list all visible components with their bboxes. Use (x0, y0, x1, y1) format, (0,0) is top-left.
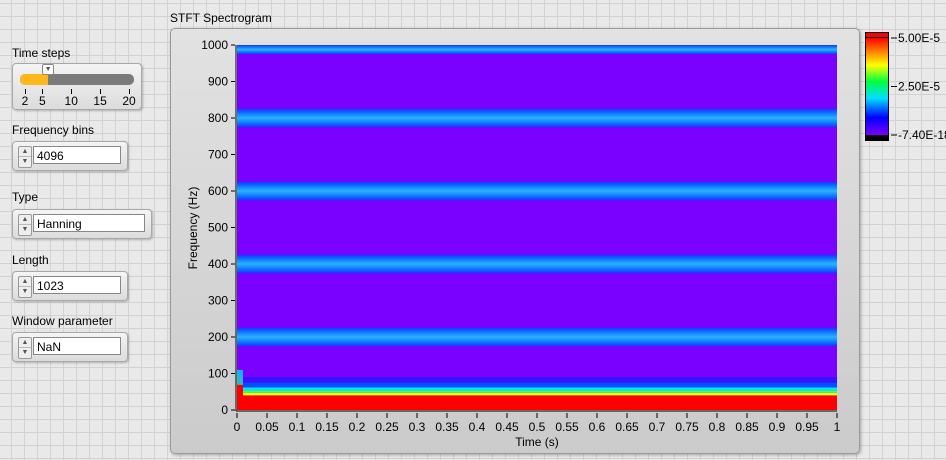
x-tick-label: 0.5 (529, 420, 546, 434)
heatmap-low-freq-layer (243, 395, 837, 410)
x-tick-label: 0.15 (315, 420, 339, 434)
colorbar-label: -7.40E-18 (898, 128, 946, 142)
heatmap-low-freq-layer (243, 377, 837, 383)
y-tick-label: 600 (208, 184, 228, 198)
heatmap-low-freq-layer (243, 390, 837, 393)
y-tick-label: 500 (208, 221, 228, 235)
heatmap-low-freq-layer (243, 392, 837, 396)
x-tick-label: 0.7 (649, 420, 666, 434)
heatmap-band (237, 45, 837, 55)
y-tick-label: 900 (208, 75, 228, 89)
heatmap-low-freq-layer (243, 387, 837, 391)
x-tick-label: 0.6 (589, 420, 606, 434)
x-tick-label: 0.9 (769, 420, 786, 434)
x-tick-label: 0.55 (555, 420, 579, 434)
y-tick-label: 300 (208, 294, 228, 308)
x-tick-label: 0.95 (795, 420, 819, 434)
x-tick-label: 0.75 (675, 420, 699, 434)
colorbar-label: 2.50E-5 (898, 80, 940, 94)
x-tick-label: 0.2 (349, 420, 366, 434)
y-tick-label: 0 (221, 403, 228, 417)
y-tick-label: 800 (208, 111, 228, 125)
y-tick-label: 100 (208, 367, 228, 381)
x-axis-label: Time (s) (515, 435, 559, 449)
x-tick-label: 0.1 (289, 420, 306, 434)
y-axis-label: Frequency (Hz) (186, 186, 200, 270)
heatmap-onset (237, 369, 243, 385)
y-tick-label: 1000 (201, 38, 228, 52)
x-tick-label: 0.3 (409, 420, 426, 434)
y-tick-label: 200 (208, 330, 228, 344)
x-tick-label: 0.65 (615, 420, 639, 434)
x-tick-label: 0.05 (255, 420, 279, 434)
spectrogram-plot[interactable]: 0 100 200 300 400 500 600 700 800 900 1000 0 0.05 0.1… (0, 0, 946, 460)
colorbar-label: 5.00E-5 (898, 31, 940, 45)
heatmap-background (237, 45, 837, 410)
heatmap-band (237, 327, 837, 347)
heatmap-band (237, 181, 837, 201)
x-tick-label: 0 (234, 420, 241, 434)
x-tick-label: 0.85 (735, 420, 759, 434)
x-tick-label: 1 (834, 420, 841, 434)
heatmap-band (237, 254, 837, 274)
x-tick-label: 0.25 (375, 420, 399, 434)
colorbar-scale (866, 38, 888, 135)
y-tick-label: 400 (208, 257, 228, 271)
heatmap-band (237, 108, 837, 128)
x-tick-label: 0.8 (709, 420, 726, 434)
x-tick-label: 0.45 (495, 420, 519, 434)
heatmap-low-freq-layer (243, 382, 837, 388)
colorbar-overflow (866, 33, 888, 37)
x-tick-label: 0.35 (435, 420, 459, 434)
y-tick-label: 700 (208, 148, 228, 162)
x-tick-label: 0.4 (469, 420, 486, 434)
